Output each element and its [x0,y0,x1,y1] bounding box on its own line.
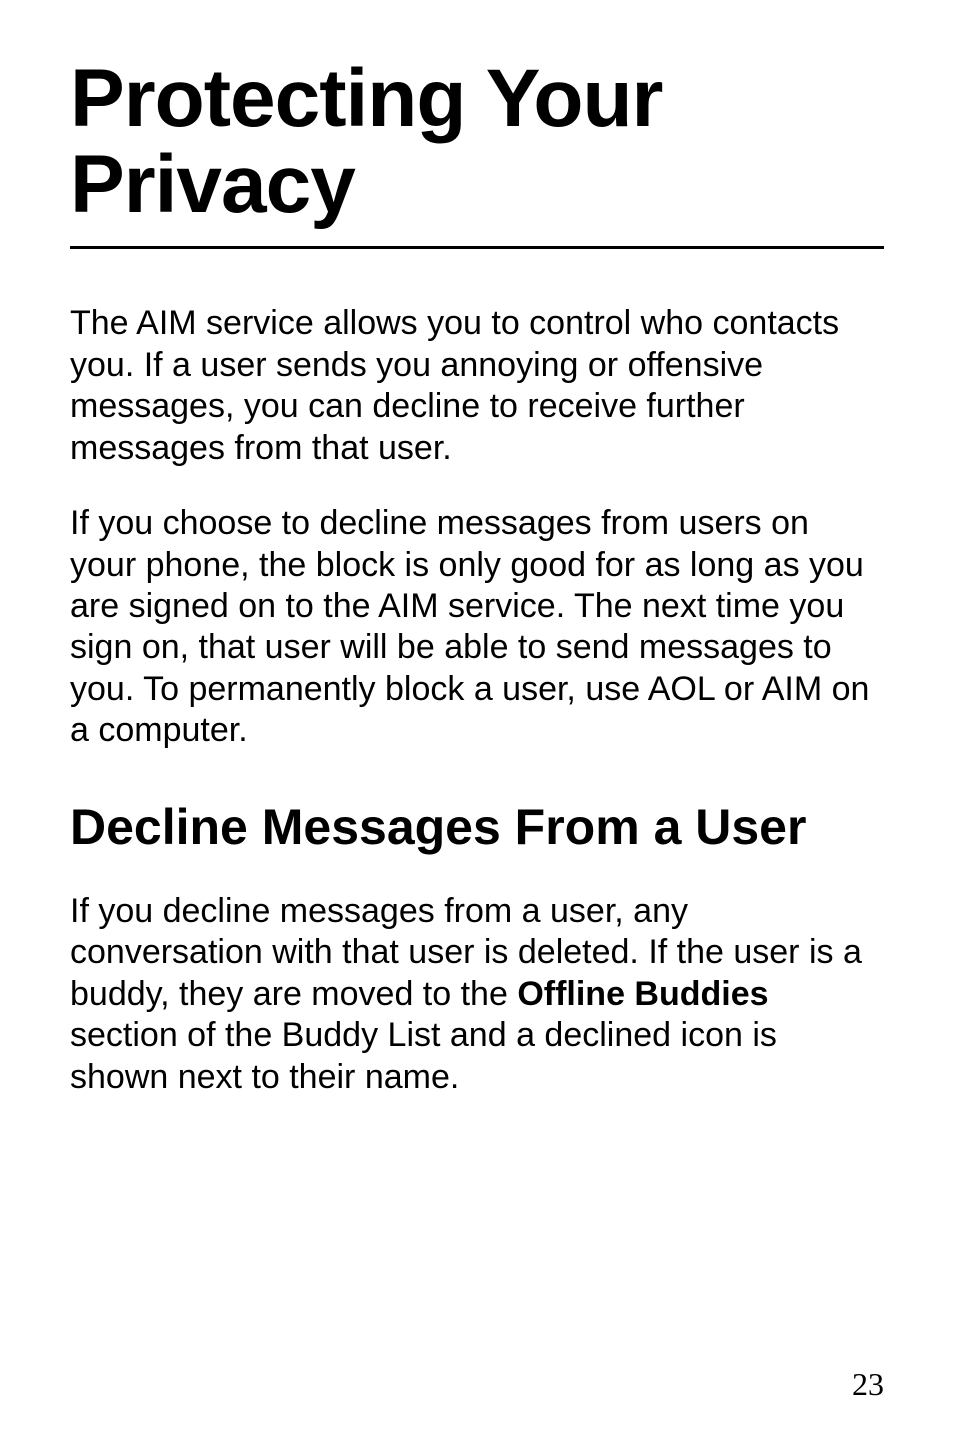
page-number: 23 [852,1366,884,1403]
section-heading: Decline Messages From a User [70,800,884,855]
paragraph-1: The AIM service allows you to control wh… [70,303,884,469]
paragraph-3-part2: section of the Buddy List and a declined… [70,1016,777,1095]
paragraph-3-bold: Offline Buddies [517,975,768,1013]
paragraph-2: If you choose to decline messages from u… [70,503,884,752]
paragraph-3: If you decline messages from a user, any… [70,891,884,1098]
page-title: Protecting Your Privacy [70,56,884,249]
